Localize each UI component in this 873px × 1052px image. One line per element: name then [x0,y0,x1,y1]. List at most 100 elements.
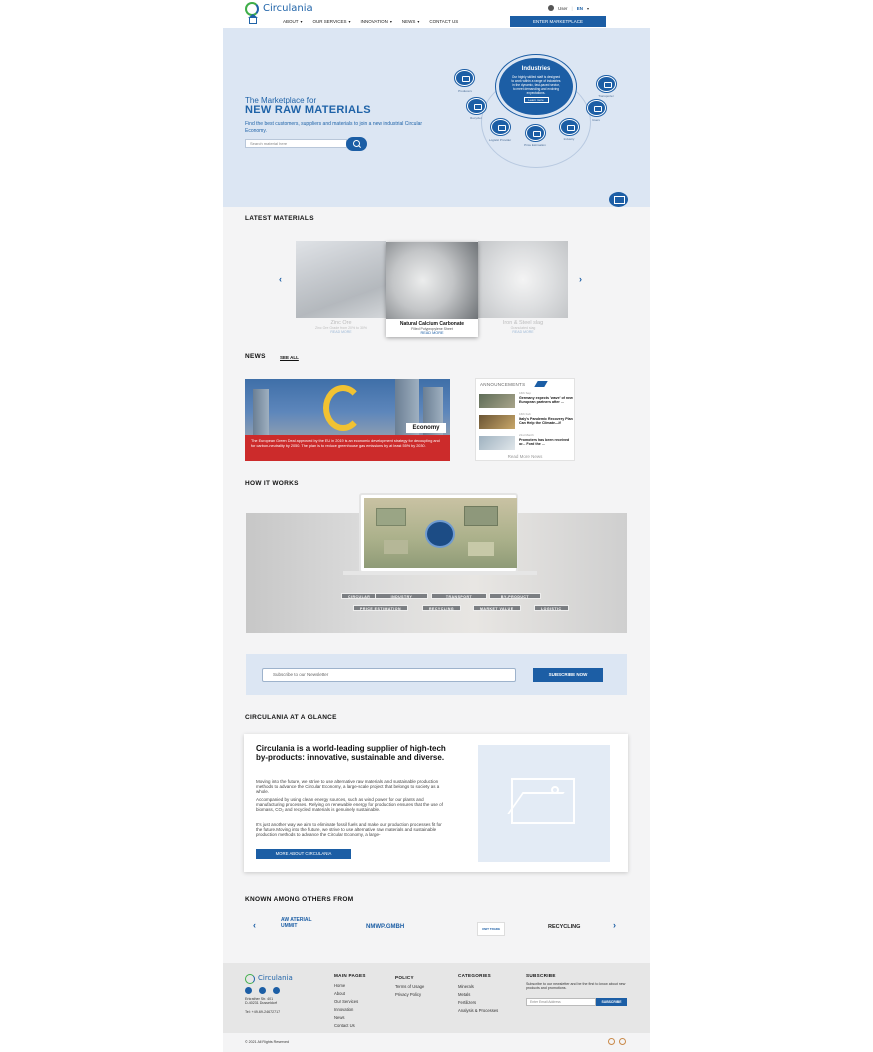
icon-label: Price Estimation [524,143,546,147]
icon-label: Transporter [598,94,614,98]
nav-item-contact[interactable]: CONTACT US [429,19,458,24]
announcement-date: 16th Sep [519,391,532,395]
news-feature-card[interactable]: Economy The European Green Deal approved… [245,379,450,461]
read-more-news-link[interactable]: Read More News [476,454,574,459]
home-icon[interactable] [248,14,258,24]
partner-logo[interactable]: UNIT TRADE [477,922,505,936]
chevron-right-icon[interactable]: › [613,920,616,930]
news-category-tag[interactable]: Economy [406,423,446,433]
subscribe-now-button[interactable]: SUBSCRIBE NOW [533,668,603,682]
more-about-button[interactable]: MORE ABOUT CIRCULANIA [256,849,351,859]
logistic-icon[interactable] [491,119,510,135]
globe-icon [425,520,455,548]
footer-subscribe-button[interactable]: SUBSCRIBE [596,998,627,1006]
announcement-title[interactable]: Italy's Pandemic Recovery Plan Can Help … [519,417,573,425]
footer-link-services[interactable]: Our Services [334,999,358,1004]
chevron-left-icon[interactable]: ‹ [253,920,256,930]
partner-logo[interactable]: RECYCLING [548,924,580,930]
chevron-left-icon[interactable]: ‹ [279,274,282,284]
footer-email-input[interactable]: Enter Email Address [526,998,596,1006]
material-card[interactable]: Iron & Steel slag Granulated slag READ M… [478,241,568,335]
badge-icon[interactable] [608,1038,615,1045]
industries-text: Our highly skilled staff is designed to … [511,75,561,95]
newsletter-email-input[interactable]: Subscribe to our Newsletter [262,668,516,682]
nav-item-about[interactable]: ABOUT ▾ [283,19,303,24]
footer-link-metals[interactable]: Metals [458,992,470,997]
producers-icon[interactable] [455,70,474,86]
footer-address: Erkrather Str. 401 D-40231 Dusseldorf Te… [245,997,281,1014]
enter-marketplace-button[interactable]: ENTER MARKETPLACE [510,16,606,27]
nav-item-services[interactable]: OUR SERVICES ▾ [313,19,351,24]
footer-link-news[interactable]: News [334,1015,344,1020]
announcement-item[interactable]: 21st March Promoters has been received o… [479,433,573,453]
tag-by-product[interactable]: BY-PRODUCT [489,593,541,599]
footer-link-privacy[interactable]: Privacy Policy [395,992,421,997]
language-selector[interactable]: EN [577,6,583,11]
news-title: NEWS [245,353,266,360]
tag-transport[interactable]: TRANSPORT [431,593,487,599]
page: Circulania User | EN ▾ ABOUT ▾ OUR SERVIC… [223,0,650,1052]
learn-more-button[interactable]: Learn more [523,97,549,103]
tag-logistic[interactable]: LOGISTIC [534,605,569,611]
footer-link-innovation[interactable]: Innovation [334,1007,353,1012]
user-label[interactable]: User [558,6,568,11]
newsletter-section: Subscribe to our Newsletter SUBSCRIBE NO… [246,654,627,695]
read-more-link[interactable]: READ MORE [386,331,478,335]
nav-item-news[interactable]: NEWS ▾ [402,19,420,24]
announcement-title[interactable]: Germany expects 'wave' of new European p… [519,396,573,404]
linkedin-icon[interactable] [259,987,266,994]
partner-logo[interactable]: AW ATERIAL UMMIT [281,917,321,929]
announcement-thumb [479,415,515,429]
footer-link-contact[interactable]: Contact Us [334,1023,355,1028]
chat-icon[interactable] [609,192,628,207]
nav-item-innovation[interactable]: INNOVATION ▾ [360,19,391,24]
tag-industry[interactable]: INDUSTRY [375,593,428,599]
material-card[interactable]: Zinc Ore Zinc Ore Grade from 20% to 30% … [296,241,386,335]
icon-label: Producers [458,89,472,93]
partner-logo[interactable]: NMWP.GMBH [366,924,404,930]
announcement-title[interactable]: Promoters has been received or... Ford t… [519,438,573,446]
footer-logo-text[interactable]: Circulania [258,974,293,982]
announcement-item[interactable]: 16th Sep Germany expects 'wave' of new E… [479,391,573,411]
logo-icon[interactable] [245,974,255,984]
announcement-thumb [479,436,515,450]
badge-icon[interactable] [619,1038,626,1045]
footer-link-analysis[interactable]: Analysis & Processes [458,1008,498,1013]
industry-icon[interactable] [560,119,579,135]
image-placeholder [478,745,610,862]
tag-market-value[interactable]: MARKET VALUE [473,605,521,611]
header: Circulania User | EN ▾ ABOUT ▾ OUR SERVIC… [223,0,650,28]
material-image [478,241,568,318]
see-all-link[interactable]: SEE ALL [280,355,299,360]
footer-heading-policy: POLICY [395,975,414,980]
separator: | [571,5,573,11]
icon-label: Industry [563,137,575,141]
footer-link-minerals[interactable]: Minerals [458,984,474,989]
users-icon[interactable] [587,100,606,116]
price-estimation-icon[interactable] [526,125,545,141]
footer-link-fertilizers[interactable]: Fertilizers [458,1000,476,1005]
transporter-icon[interactable] [597,76,616,92]
announcement-item[interactable]: 16th Feb Italy's Pandemic Recovery Plan … [479,412,573,432]
xing-icon[interactable] [273,987,280,994]
monitor-image [359,493,518,573]
megaphone-icon [534,381,548,387]
tag-price-estimation[interactable]: PRICE ESTIMATION [353,605,408,611]
partners-title: KNOWN AMONG OTHERS FROM [245,896,354,903]
tag-recycling[interactable]: RECYCLING [422,605,462,611]
footer-link-home[interactable]: Home [334,983,345,988]
footer-link-terms[interactable]: Terms of Usage [395,984,424,989]
tag-circular[interactable]: CIRCULAR [341,593,378,599]
read-more-link[interactable]: READ MORE [296,330,386,334]
logo-text[interactable]: Circulania [263,3,313,14]
twitter-icon[interactable] [245,987,252,994]
chevron-right-icon[interactable]: › [579,274,582,284]
material-image [296,241,386,318]
user-menu[interactable]: User | EN ▾ [548,5,589,11]
recycler-icon[interactable] [467,98,486,114]
search-button[interactable] [346,137,367,151]
read-more-link[interactable]: READ MORE [478,330,568,334]
search-input[interactable]: Search material here [245,139,347,148]
material-card-active[interactable]: Natural Calcium Carbonate Filled Polypro… [386,242,478,337]
footer-link-about[interactable]: About [334,991,345,996]
